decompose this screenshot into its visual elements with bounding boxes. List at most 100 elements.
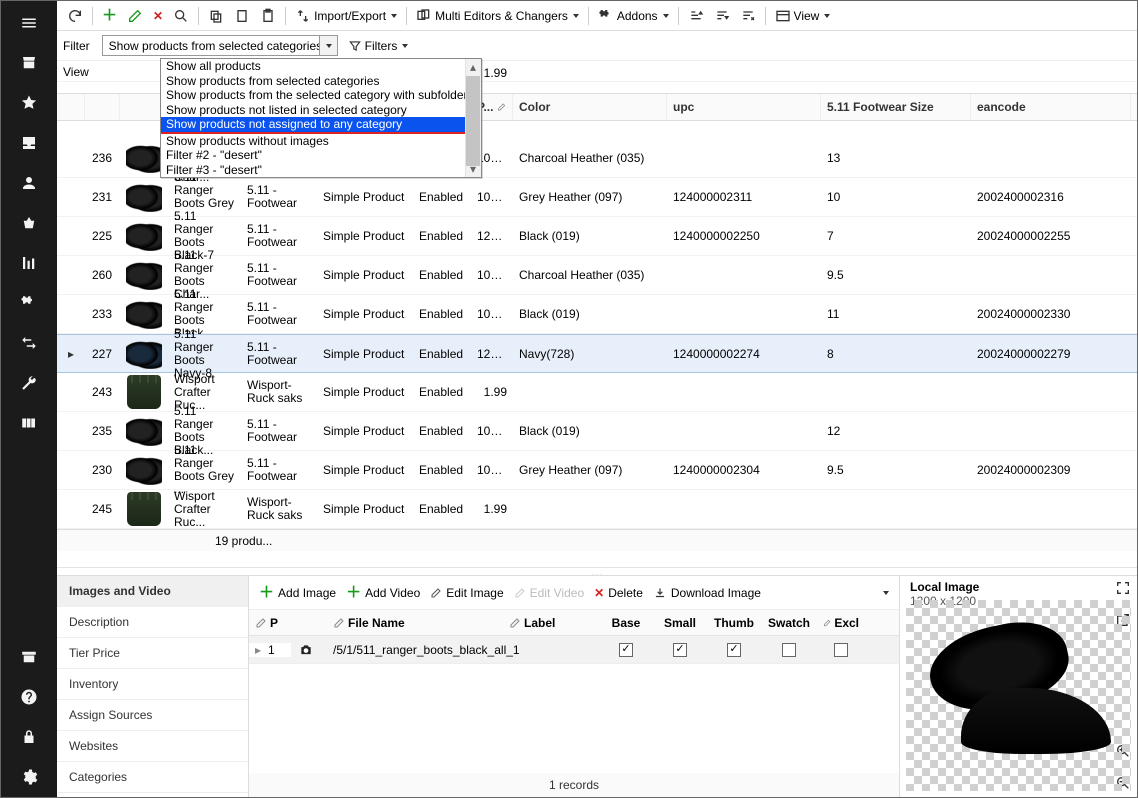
- detail-more-menu[interactable]: [881, 591, 889, 595]
- sidebar-basket-icon[interactable]: [1, 203, 57, 243]
- col-ean[interactable]: eancode: [971, 94, 1131, 120]
- filter-option[interactable]: Show products without images: [161, 134, 481, 149]
- col-color[interactable]: Color: [513, 94, 667, 120]
- clear-sort-button[interactable]: [736, 6, 760, 26]
- filter-option[interactable]: Show products from the selected category…: [161, 88, 481, 103]
- edit-image-button[interactable]: Edit Image: [430, 586, 503, 600]
- edit-button[interactable]: [123, 6, 147, 26]
- image-row[interactable]: ▸1/5/1/511_ranger_boots_black_all_1: [249, 636, 899, 664]
- detail-footer: 1 records: [249, 773, 899, 797]
- clipboard-button[interactable]: [230, 6, 254, 26]
- filters-label: Filters: [365, 39, 398, 53]
- sort-asc-button[interactable]: [684, 6, 708, 26]
- view-menu[interactable]: View: [771, 6, 835, 26]
- product-thumbnail: [120, 182, 168, 212]
- filter-option[interactable]: Show products not listed in selected cat…: [161, 103, 481, 118]
- table-row[interactable]: 245Wisport Crafter Ruc...Wisport-Ruck sa…: [57, 490, 1137, 529]
- product-thumbnail: [120, 375, 168, 409]
- search-button[interactable]: [169, 6, 193, 26]
- sidebar-menu-icon[interactable]: [1, 3, 57, 43]
- product-thumbnail: [120, 339, 168, 369]
- filters-menu[interactable]: Filters: [344, 37, 413, 55]
- import-export-label: Import/Export: [314, 9, 386, 23]
- filter-combo-text: Show products from selected categories: [103, 39, 319, 53]
- checkbox[interactable]: [834, 643, 848, 657]
- preview-title: Local Image: [910, 580, 979, 594]
- detail-tab[interactable]: Assign Sources: [57, 700, 248, 731]
- addons-label: Addons: [617, 9, 658, 23]
- detail-tabs: Images and VideoDescriptionTier PriceInv…: [57, 576, 249, 797]
- product-thumbnail: [120, 221, 168, 251]
- detail-toolbar: ＋Add Image ＋Add Video Edit Image Edit Vi…: [249, 576, 899, 610]
- multi-editors-menu[interactable]: Multi Editors & Changers: [412, 6, 583, 26]
- detail-tab[interactable]: Description: [57, 607, 248, 638]
- table-row[interactable]: ▸2275.11 Ranger Boots Navy-85.11 - Footw…: [57, 334, 1137, 373]
- detail-tab[interactable]: Inventory: [57, 669, 248, 700]
- top-toolbar: ＋ ✕ Import/Export Multi Editors & Change…: [57, 1, 1137, 31]
- scroll-down-icon[interactable]: ▾: [465, 161, 481, 177]
- checkbox[interactable]: [619, 643, 633, 657]
- add-video-button[interactable]: ＋Add Video: [346, 585, 420, 600]
- preview-image: [906, 600, 1131, 791]
- addons-menu[interactable]: Addons: [594, 6, 673, 26]
- detail-pane: Images and VideoDescriptionTier PriceInv…: [57, 575, 1137, 797]
- sidebar-gear-icon[interactable]: [1, 757, 57, 797]
- filter-option[interactable]: Filter #2 - "desert": [161, 148, 481, 163]
- detail-tab[interactable]: Websites: [57, 731, 248, 762]
- checkbox[interactable]: [782, 643, 796, 657]
- sidebar-columns-icon[interactable]: [1, 403, 57, 443]
- sidebar-store-icon[interactable]: [1, 43, 57, 83]
- copy-button[interactable]: [204, 6, 228, 26]
- sidebar-transfer-icon[interactable]: [1, 323, 57, 363]
- filter-option[interactable]: Show all products: [161, 59, 481, 74]
- add-image-button[interactable]: ＋Add Image: [259, 585, 336, 600]
- fullscreen-icon[interactable]: [1115, 580, 1131, 596]
- import-export-menu[interactable]: Import/Export: [291, 6, 401, 26]
- delete-button[interactable]: ✕: [149, 7, 167, 25]
- checkbox[interactable]: [727, 643, 741, 657]
- table-row[interactable]: 2305.11 Ranger Boots Grey ...5.11 - Foot…: [57, 451, 1137, 490]
- sidebar-archive-icon[interactable]: [1, 637, 57, 677]
- sidebar-lock-icon[interactable]: [1, 717, 57, 757]
- scroll-up-icon[interactable]: ▴: [465, 59, 481, 75]
- filter-combo-button[interactable]: [319, 36, 337, 55]
- col-upc[interactable]: upc: [667, 94, 821, 120]
- paste-button[interactable]: [256, 6, 280, 26]
- filter-bar: Filter Show products from selected categ…: [57, 31, 1137, 61]
- sidebar-wrench-icon[interactable]: [1, 363, 57, 403]
- product-thumbnail: [120, 299, 168, 329]
- col-size[interactable]: 5.11 Footwear Size: [821, 94, 971, 120]
- image-preview-panel: Local Image 1200 x 1200: [899, 576, 1137, 797]
- filter-option[interactable]: Filter #3 - "desert": [161, 163, 481, 178]
- sidebar-star-icon[interactable]: [1, 83, 57, 123]
- dropdown-scrollbar[interactable]: ▴ ▾: [465, 59, 481, 177]
- scroll-thumb[interactable]: [466, 76, 480, 166]
- sidebar-chart-icon[interactable]: [1, 243, 57, 283]
- sidebar-inbox-icon[interactable]: [1, 123, 57, 163]
- refresh-button[interactable]: [63, 6, 87, 26]
- grid-footer: 19 produ...: [57, 529, 1137, 551]
- product-thumbnail: [120, 416, 168, 446]
- filter-option[interactable]: Show products from selected categories: [161, 74, 481, 89]
- checkbox[interactable]: [673, 643, 687, 657]
- filter-dropdown: Show all productsShow products from sele…: [160, 58, 482, 178]
- app-sidebar: [1, 1, 57, 797]
- add-button[interactable]: ＋: [98, 6, 121, 25]
- product-thumbnail: [120, 260, 168, 290]
- detail-grid-header: P File Name Label Base Small Thumb Swatc…: [249, 610, 899, 636]
- filter-combo[interactable]: Show products from selected categories: [102, 35, 338, 56]
- download-image-button[interactable]: Download Image: [653, 586, 761, 600]
- filter-option[interactable]: Show products not assigned to any catego…: [161, 117, 481, 134]
- sidebar-help-icon[interactable]: [1, 677, 57, 717]
- detail-tab[interactable]: Categories: [57, 762, 248, 793]
- detail-tab[interactable]: Images and Video: [57, 576, 248, 607]
- sort-desc-button[interactable]: [710, 6, 734, 26]
- detail-tab[interactable]: Tier Price: [57, 638, 248, 669]
- filter-label: Filter: [63, 35, 96, 57]
- delete-image-button[interactable]: ✕Delete: [594, 586, 643, 600]
- view-label: View: [794, 9, 820, 23]
- horizontal-splitter[interactable]: …: [57, 567, 1137, 575]
- sidebar-user-icon[interactable]: [1, 163, 57, 203]
- product-thumbnail: [120, 455, 168, 485]
- sidebar-puzzle-icon[interactable]: [1, 283, 57, 323]
